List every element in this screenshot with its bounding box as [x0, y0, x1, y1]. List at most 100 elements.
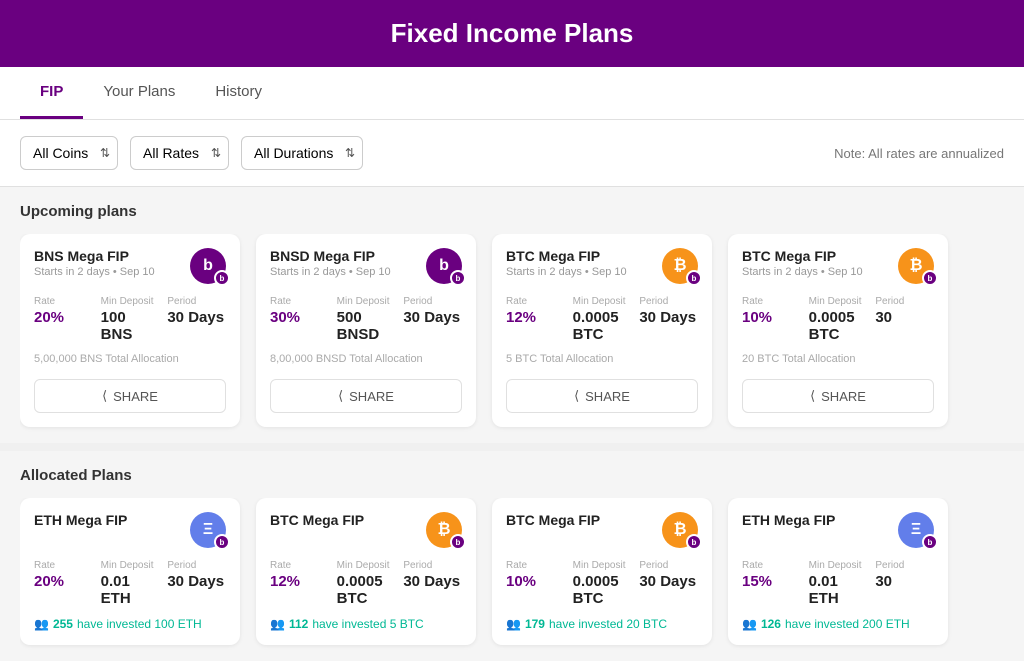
- share-label: SHARE: [585, 389, 630, 404]
- min-deposit-stat: Min Deposit 0.01 ETH: [809, 560, 868, 607]
- card-stats: Rate 15% Min Deposit 0.01 ETH Period 30: [742, 560, 934, 607]
- period-stat: Period 30 Days: [639, 560, 698, 607]
- tab-history[interactable]: History: [195, 67, 282, 119]
- rate-value: 10%: [506, 573, 565, 590]
- investors-text: 👥 126 have invested 200 ETH: [742, 617, 934, 631]
- share-button[interactable]: ⟨ SHARE: [34, 379, 226, 413]
- allocated-card[interactable]: BTC Mega FIP ₿ b Rate 12% Min Deposit 0.…: [256, 498, 476, 645]
- min-deposit-stat: Min Deposit 0.0005 BTC: [573, 296, 632, 343]
- share-label: SHARE: [113, 389, 158, 404]
- page-header: Fixed Income Plans: [0, 0, 1024, 67]
- share-button[interactable]: ⟨ SHARE: [270, 379, 462, 413]
- upcoming-card[interactable]: BTC Mega FIP Starts in 2 days • Sep 10 ₿…: [728, 234, 948, 427]
- share-label: SHARE: [349, 389, 394, 404]
- period-stat: Period 30 Days: [167, 560, 226, 607]
- share-icon: ⟨: [338, 388, 343, 404]
- upcoming-card[interactable]: BTC Mega FIP Starts in 2 days • Sep 10 ₿…: [492, 234, 712, 427]
- tab-fip[interactable]: FIP: [20, 67, 83, 119]
- investors-count: 255: [53, 617, 73, 631]
- coin-badge: b: [686, 270, 702, 286]
- card-title: BTC Mega FIP: [506, 512, 600, 528]
- coin-icon: b b: [190, 248, 226, 284]
- min-deposit-label: Min Deposit: [573, 296, 632, 307]
- investors-text: 👥 179 have invested 20 BTC: [506, 617, 698, 631]
- card-title: BTC Mega FIP: [270, 512, 364, 528]
- rate-stat: Rate 20%: [34, 296, 93, 343]
- min-deposit-value: 0.01 ETH: [809, 573, 868, 607]
- allocated-card[interactable]: ETH Mega FIP Ξ b Rate 20% Min Deposit 0.…: [20, 498, 240, 645]
- share-button[interactable]: ⟨ SHARE: [506, 379, 698, 413]
- durations-filter-wrapper: All Durations 30 Days 60 Days 90 Days: [241, 136, 363, 170]
- card-header: BTC Mega FIP Starts in 2 days • Sep 10 ₿…: [506, 248, 698, 284]
- card-header: BTC Mega FIP ₿ b: [506, 512, 698, 548]
- coin-icon: ₿ b: [662, 512, 698, 548]
- min-deposit-stat: Min Deposit 100 BNS: [101, 296, 160, 343]
- period-value: 30 Days: [403, 573, 462, 590]
- min-deposit-value: 0.0005 BTC: [337, 573, 396, 607]
- min-deposit-label: Min Deposit: [337, 296, 396, 307]
- coin-icon: ₿ b: [662, 248, 698, 284]
- min-deposit-value: 500 BNSD: [337, 309, 396, 343]
- rate-stat: Rate 12%: [506, 296, 565, 343]
- rates-filter[interactable]: All Rates 10% 12% 15% 20% 30%: [130, 136, 229, 170]
- durations-filter[interactable]: All Durations 30 Days 60 Days 90 Days: [241, 136, 363, 170]
- card-header: ETH Mega FIP Ξ b: [34, 512, 226, 548]
- period-stat: Period 30 Days: [639, 296, 698, 343]
- card-stats: Rate 12% Min Deposit 0.0005 BTC Period 3…: [270, 560, 462, 607]
- coin-icon: Ξ b: [898, 512, 934, 548]
- card-header: ETH Mega FIP Ξ b: [742, 512, 934, 548]
- allocated-section-title: Allocated Plans: [20, 467, 1004, 484]
- tab-bar: FIP Your Plans History: [0, 67, 1024, 120]
- period-stat: Period 30 Days: [403, 296, 462, 343]
- coin-badge: b: [450, 534, 466, 550]
- coin-badge: b: [922, 270, 938, 286]
- allocated-section: Allocated Plans ETH Mega FIP Ξ b Rate 20…: [0, 451, 1024, 661]
- coin-badge: b: [214, 534, 230, 550]
- rate-label: Rate: [742, 560, 801, 571]
- section-separator: [0, 443, 1024, 451]
- investors-icon: 👥: [506, 617, 521, 631]
- investors-count: 179: [525, 617, 545, 631]
- card-subtitle: Starts in 2 days • Sep 10: [506, 266, 627, 278]
- rate-label: Rate: [34, 560, 93, 571]
- min-deposit-value: 0.0005 BTC: [809, 309, 868, 343]
- coin-badge: b: [450, 270, 466, 286]
- card-stats: Rate 10% Min Deposit 0.0005 BTC Period 3…: [742, 296, 934, 343]
- investors-description: have invested 100 ETH: [77, 617, 202, 631]
- min-deposit-value: 0.0005 BTC: [573, 309, 632, 343]
- coin-icon: Ξ b: [190, 512, 226, 548]
- upcoming-card[interactable]: BNSD Mega FIP Starts in 2 days • Sep 10 …: [256, 234, 476, 427]
- card-header: BNS Mega FIP Starts in 2 days • Sep 10 b…: [34, 248, 226, 284]
- rate-stat: Rate 10%: [506, 560, 565, 607]
- card-stats: Rate 12% Min Deposit 0.0005 BTC Period 3…: [506, 296, 698, 343]
- rate-stat: Rate 12%: [270, 560, 329, 607]
- min-deposit-label: Min Deposit: [573, 560, 632, 571]
- period-value: 30: [875, 309, 934, 326]
- period-label: Period: [639, 296, 698, 307]
- allocated-card[interactable]: BTC Mega FIP ₿ b Rate 10% Min Deposit 0.…: [492, 498, 712, 645]
- card-header: BNSD Mega FIP Starts in 2 days • Sep 10 …: [270, 248, 462, 284]
- card-allocation: 20 BTC Total Allocation: [742, 353, 934, 369]
- coin-icon: b b: [426, 248, 462, 284]
- period-stat: Period 30 Days: [403, 560, 462, 607]
- min-deposit-label: Min Deposit: [101, 296, 160, 307]
- tab-your-plans[interactable]: Your Plans: [83, 67, 195, 119]
- rate-value: 30%: [270, 309, 329, 326]
- investors-description: have invested 20 BTC: [549, 617, 667, 631]
- upcoming-card[interactable]: BNS Mega FIP Starts in 2 days • Sep 10 b…: [20, 234, 240, 427]
- investors-count: 112: [289, 617, 308, 631]
- rate-stat: Rate 10%: [742, 296, 801, 343]
- card-stats: Rate 20% Min Deposit 100 BNS Period 30 D…: [34, 296, 226, 343]
- card-subtitle: Starts in 2 days • Sep 10: [270, 266, 391, 278]
- rate-label: Rate: [270, 296, 329, 307]
- filters-bar: All Coins BNS BNSD BTC ETH All Rates 10%…: [0, 120, 1024, 187]
- period-value: 30 Days: [639, 309, 698, 326]
- share-button[interactable]: ⟨ SHARE: [742, 379, 934, 413]
- card-subtitle: Starts in 2 days • Sep 10: [34, 266, 155, 278]
- allocated-card[interactable]: ETH Mega FIP Ξ b Rate 15% Min Deposit 0.…: [728, 498, 948, 645]
- coins-filter[interactable]: All Coins BNS BNSD BTC ETH: [20, 136, 118, 170]
- investors-text: 👥 112 have invested 5 BTC: [270, 617, 462, 631]
- min-deposit-stat: Min Deposit 0.01 ETH: [101, 560, 160, 607]
- card-subtitle: Starts in 2 days • Sep 10: [742, 266, 863, 278]
- rate-stat: Rate 20%: [34, 560, 93, 607]
